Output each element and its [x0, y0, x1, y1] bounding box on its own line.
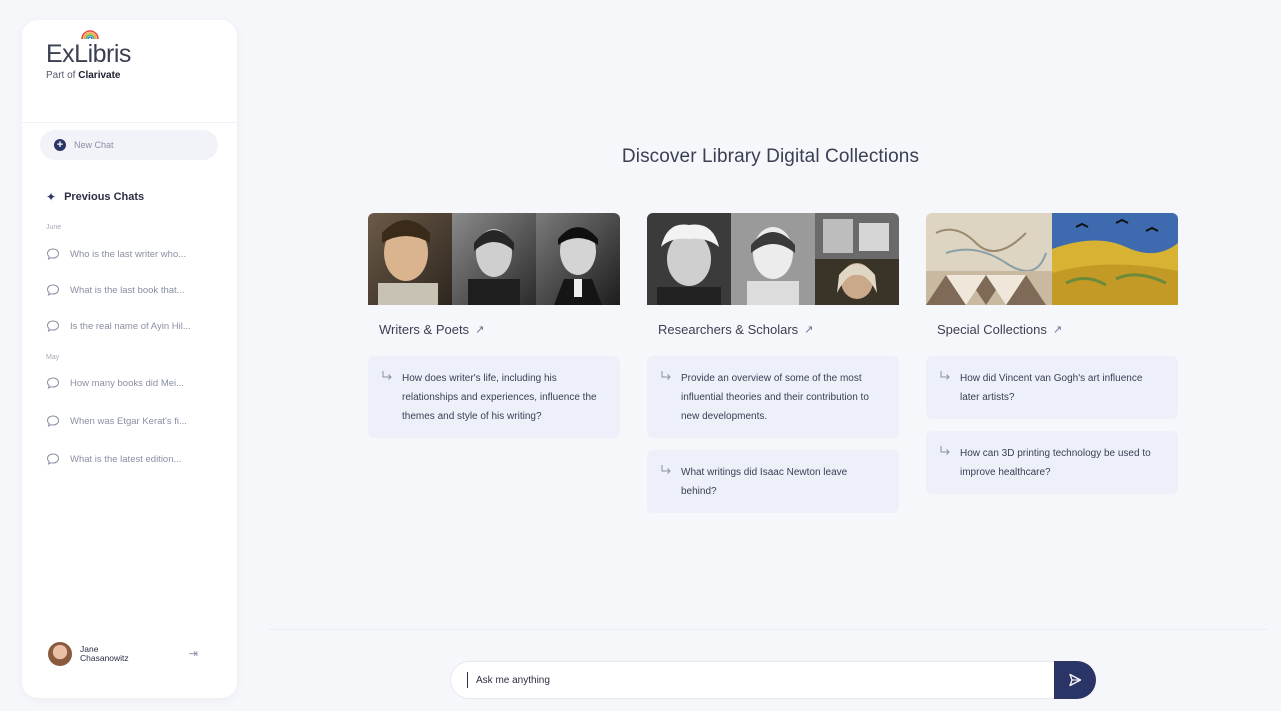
return-arrow-icon	[382, 371, 392, 380]
suggestion-card[interactable]: How did Vincent van Gogh's art influence…	[926, 356, 1178, 419]
special-collections-image[interactable]	[926, 213, 1178, 305]
return-arrow-icon	[661, 371, 671, 380]
suggestion-card[interactable]: How can 3D printing technology be used t…	[926, 431, 1178, 494]
logo-wordmark: ExLibris	[46, 30, 131, 69]
previous-chat-item[interactable]: Who is the last writer who...	[46, 243, 226, 265]
return-arrow-icon	[940, 446, 950, 455]
logo-subtitle: Part of Clarivate	[46, 70, 121, 81]
scholars-portraits-image[interactable]	[647, 213, 899, 305]
send-button[interactable]	[1054, 661, 1096, 699]
external-arrow-icon: ↗	[475, 324, 485, 336]
collection-writers-poets: Writers & Poets ↗ How does writer's life,…	[368, 213, 620, 438]
collection-title-link[interactable]: Researchers & Scholars ↗	[658, 322, 899, 337]
writers-portraits-image[interactable]	[368, 213, 620, 305]
rainbow-arc-icon	[81, 30, 99, 40]
logout-icon[interactable]: ⇥	[189, 647, 198, 660]
page-title: Discover Library Digital Collections	[621, 146, 920, 167]
return-arrow-icon	[940, 371, 950, 380]
chat-bubble-icon	[46, 284, 60, 296]
previous-chat-item[interactable]: What is the last book that...	[46, 279, 226, 301]
return-arrow-icon	[661, 465, 671, 474]
collection-title-link[interactable]: Writers & Poets ↗	[379, 322, 620, 337]
sparkle-icon: ✦	[46, 190, 57, 204]
user-profile[interactable]: Jane Chasanowitz ⇥	[48, 640, 218, 668]
sidebar-divider	[22, 122, 237, 123]
chat-composer	[450, 661, 1096, 699]
chat-bubble-icon	[46, 415, 60, 427]
collection-special-collections: Special Collections ↗ How did Vincent van…	[926, 213, 1178, 494]
collection-researchers-scholars: Researchers & Scholars ↗ Provide an overv…	[647, 213, 899, 513]
exlibris-logo[interactable]: ExLibris Part of Clarivate	[46, 30, 131, 81]
portraits-illustration	[368, 213, 620, 305]
external-arrow-icon: ↗	[1052, 324, 1063, 336]
collection-title-link[interactable]: Special Collections ↗	[937, 322, 1178, 337]
previous-chat-item[interactable]: Is the real name of Ayin Hil...	[46, 315, 226, 337]
clarivate-name: Clarivate	[78, 70, 121, 81]
suggestion-card[interactable]: How does writer's life, including his re…	[368, 356, 620, 438]
text-caret	[467, 672, 468, 688]
sidebar: ExLibris Part of Clarivate + New Chat ✦ …	[22, 20, 237, 698]
chat-group-label: May	[46, 354, 60, 361]
chat-bubble-icon	[46, 320, 60, 332]
previous-chat-item[interactable]: How many books did Mei...	[46, 372, 226, 394]
suggestion-card[interactable]: What writings did Isaac Newton leave beh…	[647, 450, 899, 513]
chat-bubble-icon	[46, 453, 60, 465]
chat-bubble-icon	[46, 248, 60, 260]
chat-bubble-icon	[46, 377, 60, 389]
external-arrow-icon: ↗	[804, 324, 814, 336]
suggestion-card[interactable]: Provide an overview of some of the most …	[647, 356, 899, 438]
previous-chat-item[interactable]: When was Etgar Kerat's fi...	[46, 410, 226, 432]
artwork-illustration	[926, 213, 1178, 305]
previous-chats-heading: ✦ Previous Chats	[46, 190, 145, 204]
portraits-illustration	[647, 213, 899, 305]
avatar	[48, 642, 72, 666]
composer-divider	[268, 629, 1268, 630]
chat-group-label: June	[46, 224, 62, 231]
user-name: Jane Chasanowitz	[80, 644, 129, 663]
previous-chat-item[interactable]: What is the latest edition...	[46, 448, 226, 470]
ask-input[interactable]	[476, 674, 1036, 686]
send-icon	[1069, 673, 1082, 687]
